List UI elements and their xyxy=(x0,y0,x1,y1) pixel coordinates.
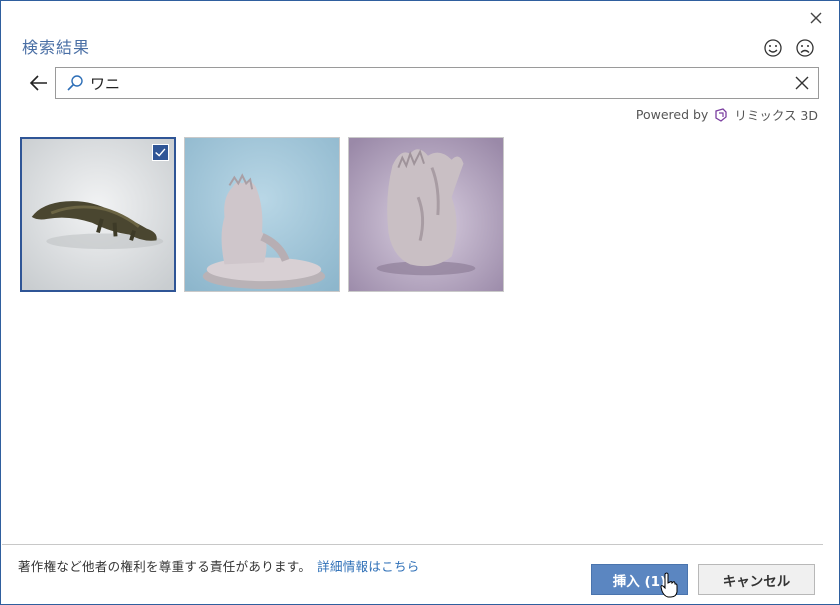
crocodile-sculpture-purple-image xyxy=(349,138,503,291)
learn-more-link[interactable]: 詳細情報はこちら xyxy=(317,559,419,574)
crocodile-sculpture-blue-image xyxy=(185,138,339,291)
search-box xyxy=(55,67,819,99)
cancel-button[interactable]: キャンセル xyxy=(698,564,815,595)
search-input[interactable] xyxy=(90,72,770,94)
powered-by-label: Powered by xyxy=(635,107,709,122)
checkmark-icon xyxy=(155,148,166,157)
powered-by-attribution: Powered by リミックス 3D xyxy=(636,105,818,124)
result-thumbnail-crocodile-sculpture-blue[interactable] xyxy=(184,137,340,292)
clear-search-icon[interactable] xyxy=(795,76,809,90)
search-icon xyxy=(67,75,83,91)
result-thumbnail-crocodile-model[interactable] xyxy=(20,137,176,292)
search-results-dialog: 検索結果 Powered by リミックス 3D xyxy=(0,0,840,605)
close-icon[interactable] xyxy=(807,9,825,27)
copyright-note-text: 著作権など他者の権利を尊重する責任があります。 xyxy=(18,559,312,574)
dialog-title: 検索結果 xyxy=(22,38,91,57)
back-arrow-icon[interactable] xyxy=(28,72,50,94)
selected-checkbox[interactable] xyxy=(152,144,169,161)
insert-button[interactable]: 挿入 (1) xyxy=(591,564,688,595)
copyright-notice: 著作権など他者の権利を尊重する責任があります。 詳細情報はこちら xyxy=(18,556,420,575)
provider-name[interactable]: リミックス 3D xyxy=(734,105,818,124)
footer-divider xyxy=(2,544,823,545)
crocodile-model-image xyxy=(22,139,174,290)
smiley-icon[interactable] xyxy=(763,38,783,58)
results-grid xyxy=(20,137,504,292)
remix3d-logo-icon xyxy=(715,107,727,122)
frown-icon[interactable] xyxy=(795,38,815,58)
result-thumbnail-crocodile-sculpture-purple[interactable] xyxy=(348,137,504,292)
